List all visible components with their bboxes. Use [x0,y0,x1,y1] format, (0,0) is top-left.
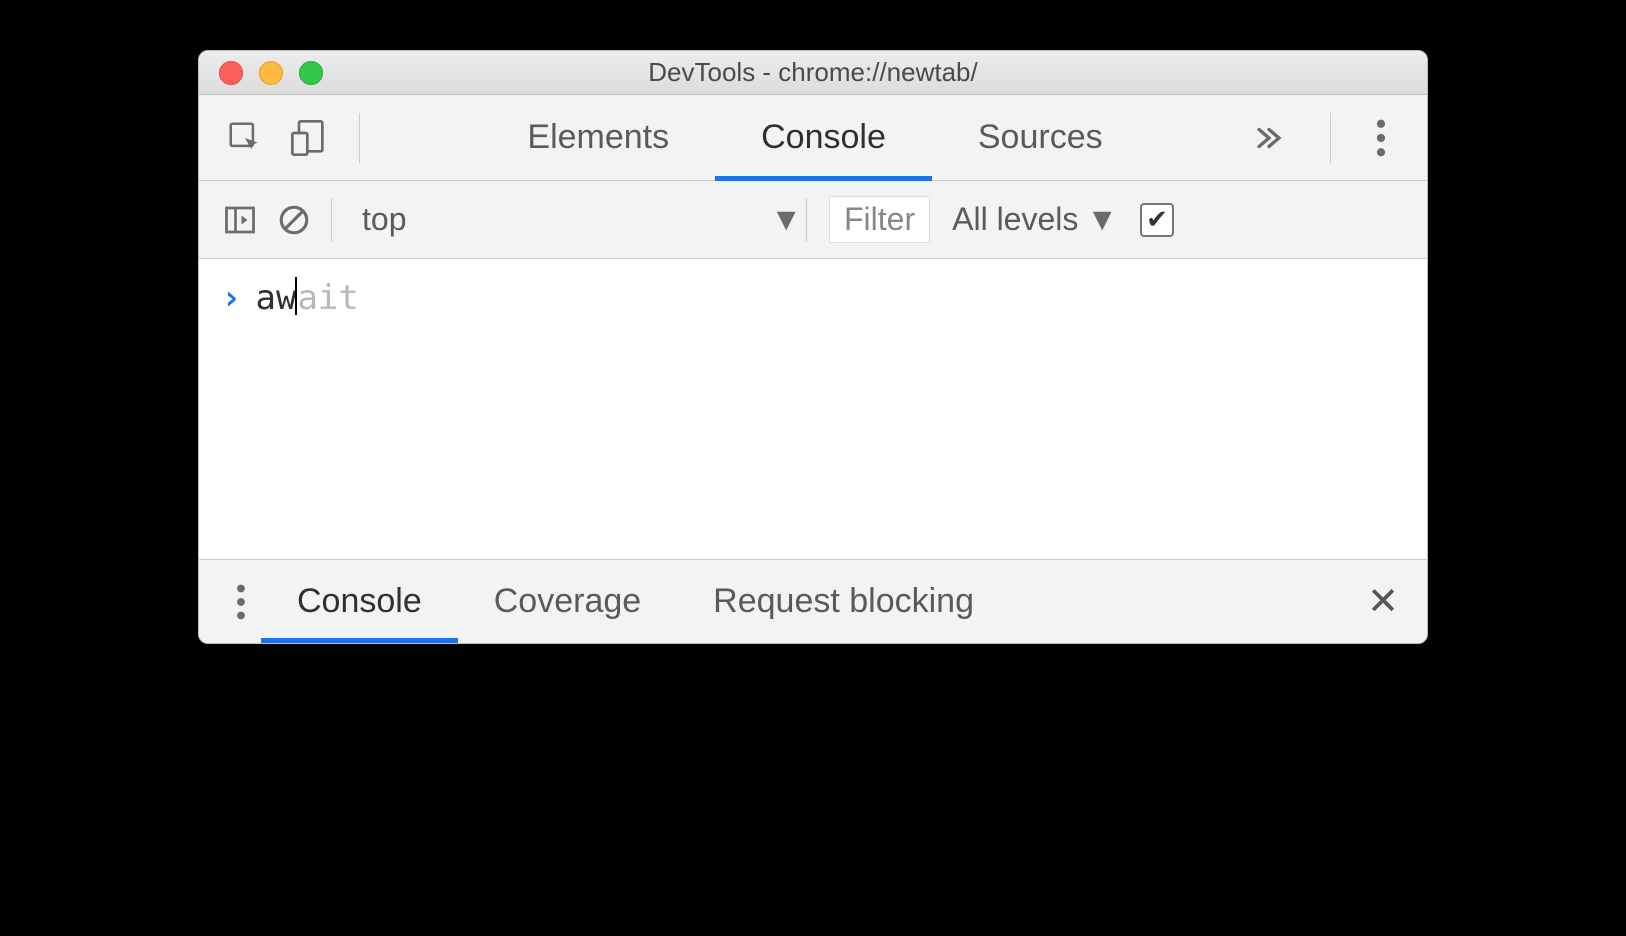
device-toolbar-icon[interactable] [277,106,341,170]
group-similar-checkbox[interactable]: ✔ [1140,203,1174,237]
more-tabs-icon[interactable] [1252,121,1312,155]
filter-input[interactable]: Filter [829,196,930,243]
caret-down-icon: ▼ [770,201,802,238]
window-title: DevTools - chrome://newtab/ [199,57,1427,88]
caret-down-icon: ▼ [1086,201,1118,238]
traffic-lights [199,61,323,85]
titlebar: DevTools - chrome://newtab/ [199,51,1427,95]
drawer-tab-console[interactable]: Console [261,560,458,643]
drawer: Console Coverage Request blocking ✕ [199,559,1427,643]
minimize-window-button[interactable] [259,61,283,85]
divider [1330,113,1331,163]
drawer-tab-request-blocking[interactable]: Request blocking [677,560,1010,643]
close-window-button[interactable] [219,61,243,85]
clear-console-icon[interactable] [267,188,321,252]
console-toolbar: top ▼ Filter All levels ▼ ✔ [199,181,1427,259]
drawer-tabs: Console Coverage Request blocking [261,560,1010,643]
drawer-menu-icon[interactable] [221,570,261,634]
divider [806,198,807,242]
main-tabs: Elements Console Sources [378,95,1252,180]
close-drawer-icon[interactable]: ✕ [1361,579,1405,624]
prompt-icon: › [221,278,241,318]
divider [331,198,332,242]
main-tabstrip: Elements Console Sources [199,95,1427,181]
tab-console[interactable]: Console [715,95,932,180]
console-input-typed[interactable]: aw [255,278,296,318]
tab-elements[interactable]: Elements [481,95,715,180]
zoom-window-button[interactable] [299,61,323,85]
levels-label: All levels [952,201,1078,238]
log-levels-selector[interactable]: All levels ▼ [952,201,1118,238]
customize-menu-icon[interactable] [1349,106,1413,170]
context-label: top [362,201,752,238]
divider [359,113,360,163]
tab-sources[interactable]: Sources [932,95,1149,180]
devtools-window: DevTools - chrome://newtab/ Elements Con… [198,50,1428,644]
console-autocomplete-ghost: ait [297,278,358,318]
console-body[interactable]: › await [199,259,1427,559]
drawer-tab-coverage[interactable]: Coverage [458,560,677,643]
inspect-element-icon[interactable] [213,106,277,170]
execution-context-selector[interactable]: top ▼ [342,201,802,238]
toggle-sidebar-icon[interactable] [213,188,267,252]
